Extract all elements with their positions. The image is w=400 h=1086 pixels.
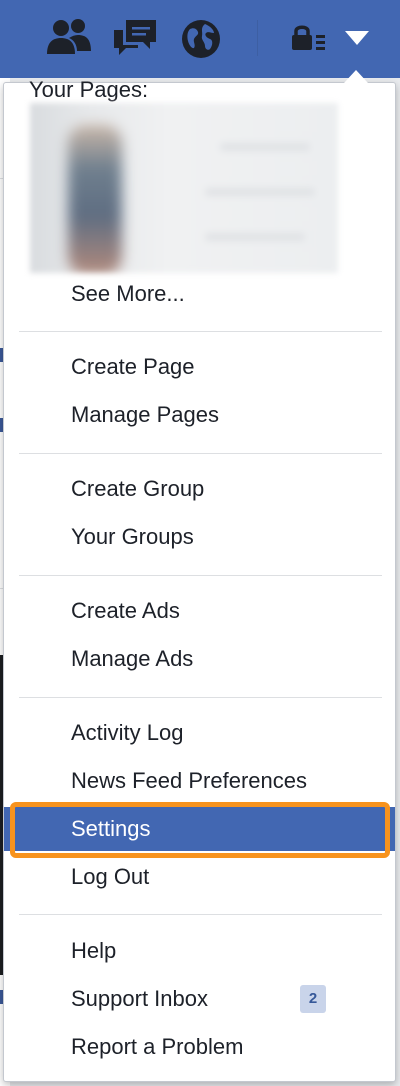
see-more-link[interactable]: See More... [4, 272, 395, 316]
account-dropdown-icon[interactable] [344, 30, 370, 46]
menu-divider [19, 575, 382, 576]
privacy-shortcuts-icon[interactable] [290, 24, 330, 52]
settings-item[interactable]: Settings [4, 807, 395, 851]
menu-divider [19, 697, 382, 698]
activity-log-item[interactable]: Activity Log [4, 711, 395, 755]
help-item[interactable]: Help [4, 929, 395, 973]
your-pages-label: Your Pages: [29, 77, 149, 102]
report-a-problem-item[interactable]: Report a Problem [4, 1025, 395, 1069]
your-groups-item[interactable]: Your Groups [4, 515, 395, 559]
menu-divider [19, 331, 382, 332]
messages-icon[interactable] [112, 18, 160, 58]
blurred-text-line [205, 188, 315, 196]
blurred-text-line [205, 233, 305, 241]
menu-divider [19, 914, 382, 915]
create-page-item[interactable]: Create Page [4, 345, 395, 389]
manage-pages-item[interactable]: Manage Pages [4, 393, 395, 437]
create-ads-item[interactable]: Create Ads [4, 589, 395, 633]
menu-divider [19, 453, 382, 454]
friends-icon[interactable] [45, 18, 93, 58]
globe-icon[interactable] [180, 18, 222, 60]
account-dropdown-menu: Your Pages: See More... Create Page Mana… [3, 77, 396, 1082]
dropdown-pointer [344, 70, 368, 83]
page-thumbnail-blurred[interactable] [30, 103, 338, 273]
create-group-item[interactable]: Create Group [4, 467, 395, 511]
support-inbox-item[interactable]: Support Inbox [4, 977, 395, 1021]
blurred-text-line [220, 143, 310, 151]
top-navigation-bar [0, 0, 400, 78]
news-feed-preferences-item[interactable]: News Feed Preferences [4, 759, 395, 803]
support-inbox-count-badge: 2 [300, 985, 326, 1013]
manage-ads-item[interactable]: Manage Ads [4, 637, 395, 681]
page-profile-photo [68, 125, 122, 273]
log-out-item[interactable]: Log Out [4, 855, 395, 899]
topbar-separator [257, 20, 258, 56]
